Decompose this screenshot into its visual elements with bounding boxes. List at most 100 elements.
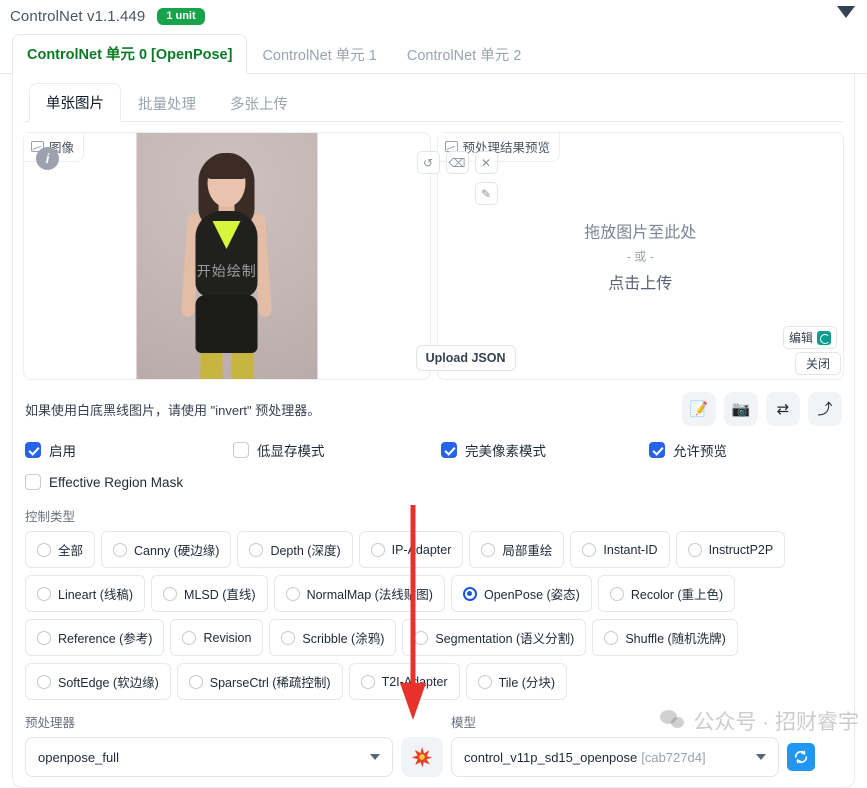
radio-t2i-adapter[interactable]: T2I-Adapter bbox=[348, 663, 460, 700]
radio-circle[interactable] bbox=[582, 542, 597, 557]
refresh-models-button[interactable] bbox=[787, 743, 815, 771]
radio-circle[interactable] bbox=[113, 542, 128, 557]
model-selection-row: 预处理器 openpose_full 模型 control_v11p_sd15_… bbox=[23, 712, 844, 777]
edit-note-icon[interactable]: 📝 bbox=[682, 392, 716, 426]
radio-all[interactable]: 全部 bbox=[25, 531, 96, 568]
radio-circle[interactable] bbox=[37, 674, 51, 689]
radio-circle[interactable] bbox=[188, 674, 203, 689]
image-toolbar: ↺ ⌫ ✕ ✎ bbox=[416, 151, 498, 205]
options-row-2: Effective Region Mask bbox=[23, 474, 844, 490]
radio-mlsd[interactable]: MLSD (直线) bbox=[151, 575, 268, 612]
triangle-down-icon[interactable] bbox=[837, 6, 855, 18]
radio-circle[interactable] bbox=[604, 630, 619, 645]
dropzone[interactable]: 拖放图片至此处 - 或 - 点击上传 bbox=[438, 219, 844, 294]
radio-circle[interactable] bbox=[481, 542, 496, 557]
radio-circle[interactable] bbox=[37, 542, 51, 557]
radio-instant-id[interactable]: Instant-ID bbox=[570, 531, 670, 568]
radio-openpose[interactable]: OpenPose (姿态) bbox=[450, 575, 592, 612]
close-button[interactable]: 关闭 bbox=[794, 352, 841, 375]
checkbox-label: Effective Region Mask bbox=[49, 474, 184, 490]
chevron-down-icon bbox=[370, 754, 380, 760]
photo-canvas: 开始绘制 bbox=[136, 133, 318, 379]
radio-circle[interactable] bbox=[414, 630, 429, 645]
close-icon[interactable]: ✕ bbox=[474, 151, 498, 174]
radio-circle[interactable] bbox=[37, 630, 51, 645]
radio-circle[interactable] bbox=[370, 542, 385, 557]
radio-depth[interactable]: Depth (深度) bbox=[237, 531, 353, 568]
radio-circle[interactable] bbox=[687, 542, 702, 557]
checkbox-box[interactable] bbox=[25, 442, 41, 458]
radio-circle[interactable] bbox=[285, 586, 300, 601]
preprocessor-select[interactable]: openpose_full bbox=[25, 737, 393, 777]
checkbox-box[interactable] bbox=[25, 474, 41, 490]
radio-circle[interactable] bbox=[163, 586, 178, 601]
checkbox-enable[interactable]: 启用 bbox=[25, 440, 233, 460]
tab-single-image[interactable]: 单张图片 bbox=[29, 83, 121, 122]
run-preprocessor-button[interactable] bbox=[401, 737, 443, 777]
radio-inpaint[interactable]: 局部重绘 bbox=[469, 531, 565, 568]
send-to-icon[interactable]: ⤴ bbox=[808, 392, 842, 426]
radio-label: InstructP2P bbox=[708, 542, 774, 557]
radio-shuffle[interactable]: Shuffle (随机洗牌) bbox=[592, 619, 738, 656]
undo-icon[interactable]: ↺ bbox=[416, 151, 440, 174]
radio-reference[interactable]: Reference (参考) bbox=[25, 619, 165, 656]
radio-canny[interactable]: Canny (硬边缘) bbox=[101, 531, 232, 568]
upload-json-button[interactable]: Upload JSON bbox=[415, 345, 516, 371]
tab-controlnet-unit-0[interactable]: ControlNet 单元 0 [OpenPose] bbox=[12, 34, 248, 74]
model-select[interactable]: control_v11p_sd15_openpose [cab727d4] bbox=[451, 737, 779, 777]
preprocessor-value: openpose_full bbox=[38, 749, 119, 765]
checkbox-effective-region-mask[interactable]: Effective Region Mask bbox=[25, 474, 183, 490]
tab-controlnet-unit-1[interactable]: ControlNet 单元 1 bbox=[247, 35, 391, 74]
eraser-icon[interactable]: ⌫ bbox=[445, 151, 469, 174]
uploaded-photo[interactable]: 开始绘制 bbox=[136, 133, 318, 379]
checkbox-allow-preview[interactable]: 允许预览 bbox=[649, 440, 727, 460]
preview-image-box[interactable]: 预处理结果预览 拖放图片至此处 - 或 - 点击上传 编辑 关闭 bbox=[436, 132, 844, 380]
radio-lineart[interactable]: Lineart (线稿) bbox=[25, 575, 146, 612]
page-title: ControlNet v1.1.449 bbox=[10, 8, 146, 25]
edit-button[interactable]: 编辑 bbox=[782, 326, 837, 349]
radio-normalmap[interactable]: NormalMap (法线贴图) bbox=[273, 575, 445, 612]
tab-multi-upload[interactable]: 多张上传 bbox=[213, 84, 305, 122]
pen-icon[interactable]: ✎ bbox=[474, 182, 498, 205]
options-row-1: 启用 低显存模式 完美像素模式 允许预览 bbox=[23, 440, 844, 460]
radio-circle[interactable] bbox=[281, 630, 296, 645]
source-image-box[interactable]: 图像 i 开始绘制 ↺ ⌫ ✕ ✎ Upload JSON bbox=[23, 132, 516, 380]
radio-circle[interactable] bbox=[182, 630, 197, 645]
radio-segmentation[interactable]: Segmentation (语义分割) bbox=[402, 619, 587, 656]
radio-softedge[interactable]: SoftEdge (软边缘) bbox=[25, 663, 171, 700]
radio-circle[interactable] bbox=[609, 586, 624, 601]
radio-label: Tile (分块) bbox=[498, 676, 556, 690]
checkbox-box[interactable] bbox=[441, 442, 457, 458]
radio-circle[interactable] bbox=[477, 674, 492, 689]
radio-label: Scribble (涂鸦) bbox=[302, 632, 385, 646]
checkbox-box[interactable] bbox=[233, 442, 249, 458]
radio-scribble[interactable]: Scribble (涂鸦) bbox=[269, 619, 397, 656]
tab-batch-process[interactable]: 批量处理 bbox=[121, 84, 213, 122]
radio-ip-adapter[interactable]: IP-Adapter bbox=[358, 531, 464, 568]
unit-panel: 单张图片 批量处理 多张上传 图像 i 开始绘制 ↺ ⌫ ✕ ✎ Upload … bbox=[12, 74, 855, 788]
radio-circle[interactable] bbox=[249, 542, 264, 557]
info-icon[interactable]: i bbox=[36, 147, 59, 170]
radio-revision[interactable]: Revision bbox=[170, 619, 264, 656]
radio-tile[interactable]: Tile (分块) bbox=[465, 663, 568, 700]
tab-controlnet-unit-2[interactable]: ControlNet 单元 2 bbox=[392, 35, 536, 74]
preview-actions: 编辑 关闭 bbox=[782, 326, 841, 375]
burst-icon bbox=[411, 746, 433, 768]
checkbox-label: 低显存模式 bbox=[257, 444, 325, 459]
image-toolbar-row: ↺ ⌫ ✕ bbox=[416, 151, 498, 174]
radio-instructp2p[interactable]: InstructP2P bbox=[675, 531, 786, 568]
radio-label: SparseCtrl (稀疏控制) bbox=[209, 676, 331, 690]
radio-label: Recolor (重上色) bbox=[630, 588, 724, 602]
checkbox-box[interactable] bbox=[649, 442, 665, 458]
radio-circle[interactable] bbox=[37, 586, 51, 601]
radio-circle[interactable] bbox=[462, 586, 477, 601]
swap-icon[interactable]: ⇄ bbox=[766, 392, 800, 426]
checkbox-low-vram[interactable]: 低显存模式 bbox=[233, 440, 441, 460]
radio-label: Shuffle (随机洗牌) bbox=[625, 632, 726, 646]
preprocessor-label: 预处理器 bbox=[25, 716, 76, 730]
radio-circle[interactable] bbox=[360, 674, 375, 689]
camera-icon[interactable]: 📷 bbox=[724, 392, 758, 426]
radio-sparsectrl[interactable]: SparseCtrl (稀疏控制) bbox=[176, 663, 343, 700]
checkbox-pixel-perfect[interactable]: 完美像素模式 bbox=[441, 440, 649, 460]
radio-recolor[interactable]: Recolor (重上色) bbox=[597, 575, 736, 612]
